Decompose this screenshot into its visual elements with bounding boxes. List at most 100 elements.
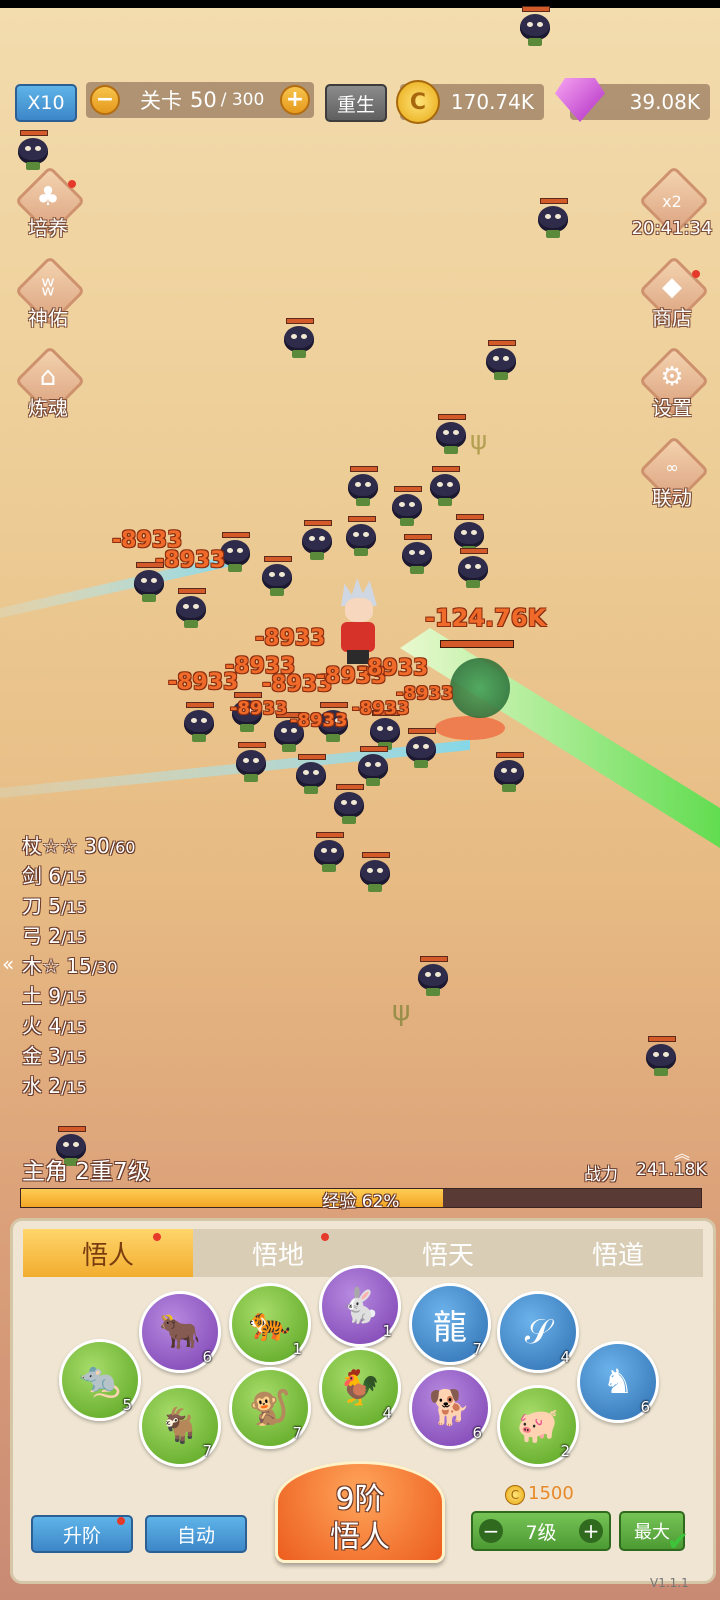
stat-value: 2 — [48, 1074, 62, 1098]
stat-name: 木☆ — [22, 954, 60, 978]
enemy-eye — [527, 22, 533, 27]
level-plus-button[interactable]: + — [579, 1519, 603, 1543]
stat-row: 剑 6/15 — [22, 862, 135, 892]
menu-settings[interactable]: ⚙ 设置 — [632, 345, 712, 440]
zodiac-orb[interactable]: 𝒮4 — [497, 1291, 579, 1373]
tab-dao[interactable]: 悟道 — [533, 1229, 703, 1277]
enemy-eye — [377, 868, 383, 873]
enemy-body — [18, 138, 48, 164]
rabbit-icon: 🐇 — [338, 1286, 382, 1326]
rat-icon: 🐀 — [78, 1360, 122, 1400]
menu-blessing[interactable]: ʬ 神佑 — [8, 255, 88, 350]
menu-soul-refine[interactable]: ⌂ 炼魂 — [8, 345, 88, 440]
enemy-monster — [402, 534, 432, 576]
tab-earth[interactable]: 悟地 — [193, 1229, 363, 1277]
enemy-legs — [354, 548, 368, 556]
zodiac-orb[interactable]: 🐖 2 — [497, 1385, 579, 1467]
enemy-legs — [410, 566, 424, 574]
weapon-stats-list: 杖☆☆ 30/60 剑 6/15 刀 5/15 弓 2/15 木☆ 15/30 土 9/1… — [22, 832, 135, 1102]
enemy-eye — [183, 604, 189, 609]
menu-link[interactable]: ∞ 联动 — [632, 435, 712, 530]
notification-dot — [68, 180, 76, 188]
rebirth-button[interactable]: 重生 — [325, 84, 387, 122]
zodiac-orb[interactable]: ♞ 6 — [577, 1341, 659, 1423]
enemy-eye — [351, 800, 357, 805]
stat-value: 30 — [84, 834, 110, 858]
enemy-monster — [458, 548, 488, 590]
enemy-monster — [538, 198, 568, 240]
enemy-body — [134, 570, 164, 596]
enemy-eye — [493, 356, 499, 361]
zodiac-orb[interactable]: 🐂 6 — [139, 1291, 221, 1373]
speed-button[interactable]: X10 — [15, 84, 77, 122]
cost-coin-icon: C — [505, 1485, 525, 1505]
enlighten-main-button[interactable]: 9阶 悟人 — [275, 1461, 445, 1563]
enemy-eye — [313, 770, 319, 775]
enemy-eye — [453, 430, 459, 435]
stage-minus-button[interactable]: − — [90, 85, 120, 115]
zodiac-level: 1 — [292, 1340, 302, 1358]
enemy-eye — [269, 572, 275, 577]
goat-icon: 🐐 — [158, 1406, 202, 1446]
stat-value: 9 — [48, 984, 62, 1008]
zodiac-orb[interactable]: 🐒 7 — [229, 1367, 311, 1449]
enemy-body — [348, 474, 378, 500]
dog-icon: 🐕 — [428, 1388, 472, 1428]
enemy-hp-bar — [264, 556, 292, 562]
enemy-body — [176, 596, 206, 622]
zodiac-orb[interactable]: 🐕 6 — [409, 1367, 491, 1449]
power-value: 241.18K — [636, 1160, 707, 1180]
enemy-eye — [471, 530, 477, 535]
zodiac-orb[interactable]: 🐅 1 — [229, 1283, 311, 1365]
enemy-legs — [654, 1068, 668, 1076]
enemy-legs — [322, 864, 336, 872]
menu-shop[interactable]: ◆ 商店 — [632, 255, 712, 350]
dragon-icon: 龍 — [433, 1307, 467, 1348]
enemy-legs — [326, 734, 340, 742]
tab-heaven[interactable]: 悟天 — [363, 1229, 533, 1277]
zodiac-orb[interactable]: 🐀 5 — [59, 1339, 141, 1421]
stat-name: 土 — [22, 984, 42, 1008]
level-minus-button[interactable]: − — [479, 1519, 503, 1543]
enemy-eye — [331, 848, 337, 853]
enemy-legs — [142, 594, 156, 602]
stage-selector: − 关卡 50 / 300 + — [86, 82, 314, 118]
auto-button[interactable]: 自动 — [145, 1515, 247, 1553]
version-label: V1.1.1 — [650, 1576, 689, 1590]
zodiac-level: 6 — [202, 1348, 212, 1366]
enemy-body — [334, 792, 364, 818]
gold-coin-icon: C — [396, 80, 440, 124]
zodiac-orb[interactable]: 🐓 4 — [319, 1347, 401, 1429]
enemy-legs — [240, 724, 254, 732]
zodiac-orb[interactable]: 🐐 7 — [139, 1385, 221, 1467]
enemy-body — [284, 326, 314, 352]
enemy-eye — [663, 1052, 669, 1057]
enemy-hp-bar — [298, 754, 326, 760]
enemy-body — [520, 14, 550, 40]
pig-icon: 🐖 — [516, 1406, 560, 1446]
stat-name: 火 — [22, 1014, 42, 1038]
stat-value: 3 — [48, 1044, 62, 1068]
enemy-eye — [555, 214, 561, 219]
stat-max: /30 — [91, 958, 118, 977]
enemy-hp-bar — [456, 514, 484, 520]
fire-effect — [435, 716, 505, 740]
enemy-eye — [419, 550, 425, 555]
zodiac-level: 5 — [122, 1396, 132, 1414]
tab-human[interactable]: 悟人 — [23, 1229, 193, 1277]
menu-double-boost[interactable]: x2 20:41:34 — [632, 165, 712, 260]
enemy-monster — [360, 852, 390, 894]
status-strip — [0, 0, 720, 8]
enemy-hp-bar — [488, 340, 516, 346]
enemy-monster — [346, 516, 376, 558]
enemy-legs — [368, 884, 382, 892]
enemy-eye — [447, 482, 453, 487]
stage-plus-button[interactable]: + — [280, 85, 310, 115]
zodiac-orb[interactable]: 龍7 — [409, 1283, 491, 1365]
collapse-arrow-icon[interactable]: « — [2, 952, 14, 976]
enemy-legs — [438, 498, 452, 506]
zodiac-orb[interactable]: 🐇 1 — [319, 1265, 401, 1347]
menu-cultivate[interactable]: ♣ 培养 — [8, 165, 88, 260]
enemy-hp-bar — [238, 742, 266, 748]
ox-icon: 🐂 — [158, 1312, 202, 1352]
